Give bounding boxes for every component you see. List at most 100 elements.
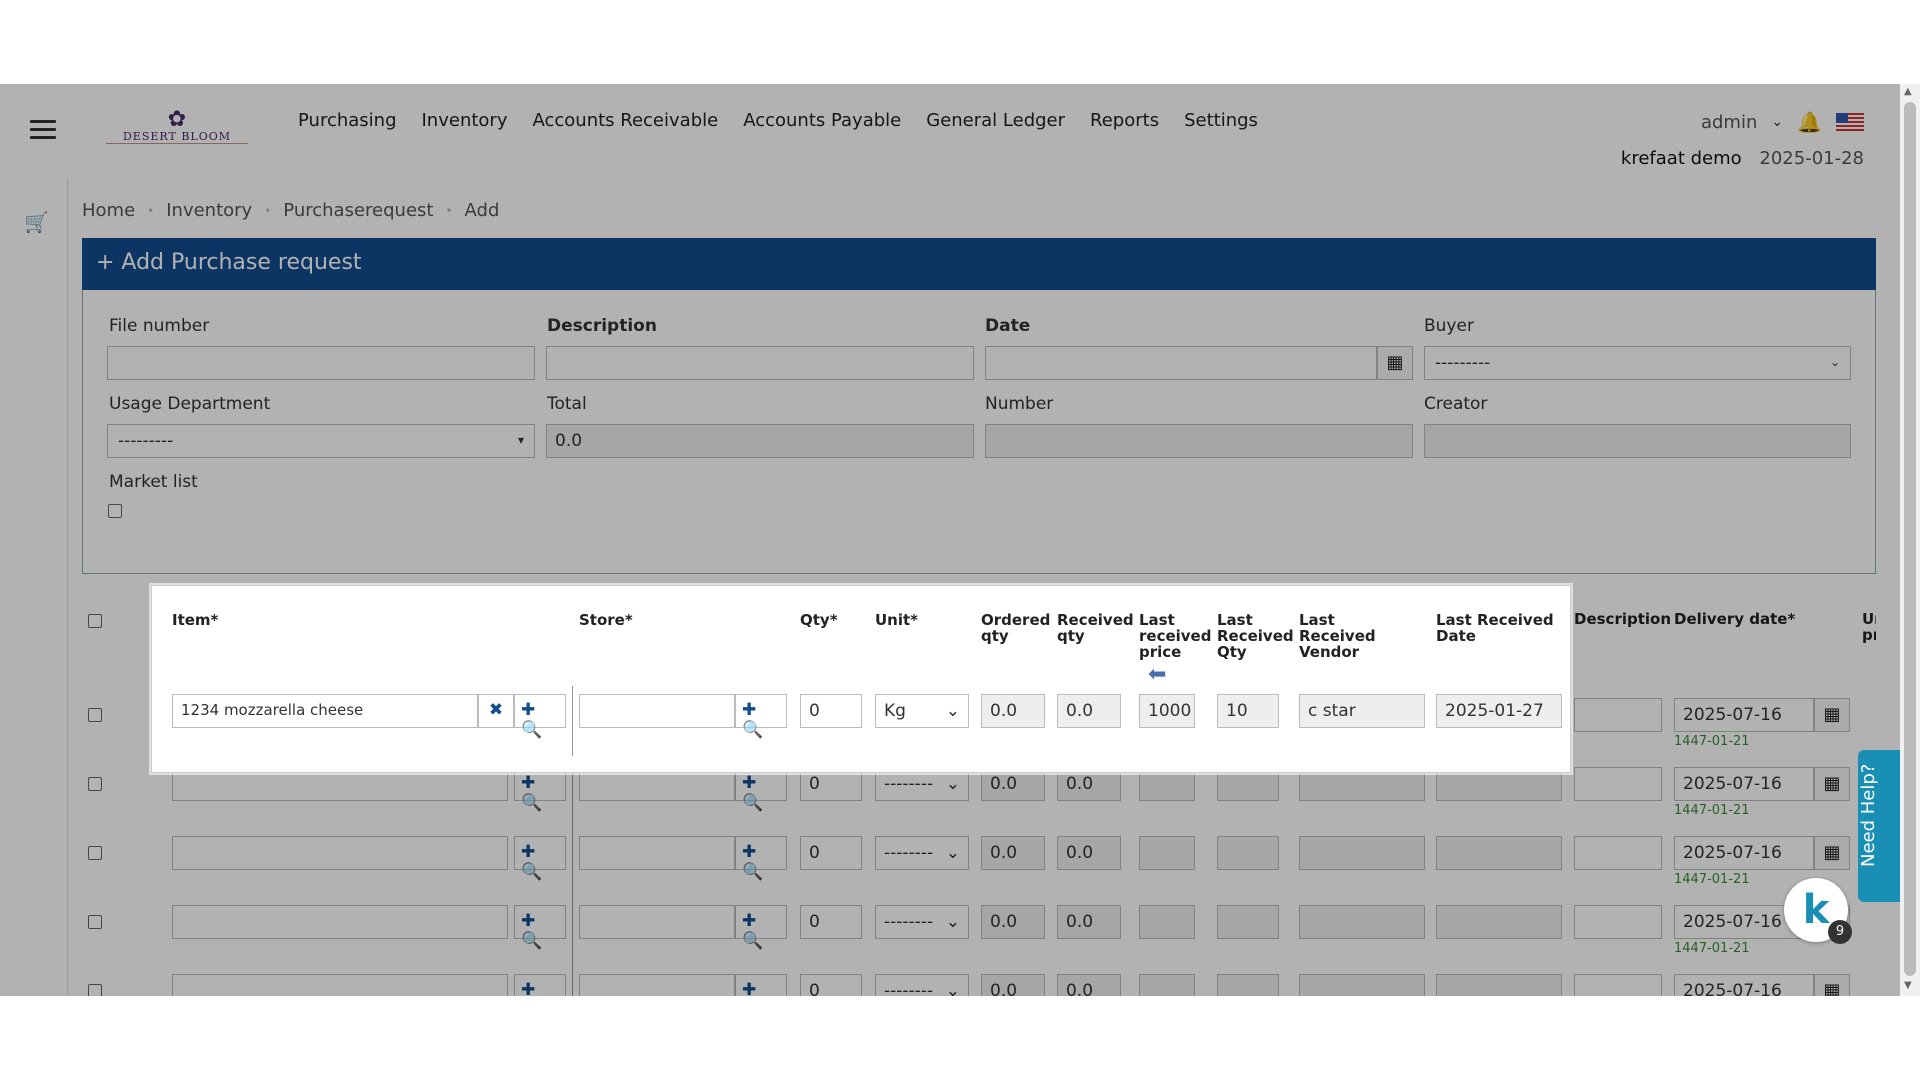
unit-value: -------- xyxy=(884,912,934,932)
item-input[interactable] xyxy=(172,905,508,939)
scroll-up-icon[interactable]: ▲ xyxy=(1904,86,1912,97)
date-input[interactable] xyxy=(985,346,1377,380)
calendar-icon[interactable]: ▦ xyxy=(1814,836,1850,870)
nav-purchasing[interactable]: Purchasing xyxy=(298,110,397,131)
received-qty-value: 0.0 xyxy=(1066,774,1094,794)
search-icon: 🔍 xyxy=(742,793,764,813)
col-received-qty: Received qty xyxy=(1057,611,1134,645)
select-all-checkbox[interactable] xyxy=(88,614,102,628)
nav-inventory[interactable]: Inventory xyxy=(422,110,508,131)
qty-value: 0 xyxy=(809,981,820,996)
nav-reports[interactable]: Reports xyxy=(1090,110,1159,131)
add-search-store-button[interactable]: ✚ 🔍 xyxy=(735,694,787,740)
add-search-item-button[interactable]: ✚ 🔍 xyxy=(514,836,566,882)
description-input[interactable] xyxy=(546,346,974,380)
date-label: Date xyxy=(985,316,1031,336)
unit-select[interactable]: -------- ⌄ xyxy=(875,974,969,996)
scroll-down-icon[interactable]: ▼ xyxy=(1904,980,1912,991)
ordered-qty-field: 0.0 xyxy=(981,694,1045,728)
buyer-select[interactable]: --------- ⌄ xyxy=(1424,346,1851,380)
store-input[interactable] xyxy=(579,905,735,939)
item-input[interactable]: 1234 mozzarella cheese xyxy=(172,694,478,728)
delivery-date-input[interactable]: 2025-07-16 xyxy=(1674,767,1814,801)
add-search-item-button[interactable]: ✚ 🔍 xyxy=(514,974,566,996)
row-checkbox[interactable] xyxy=(88,984,102,996)
row-checkbox[interactable] xyxy=(88,915,102,929)
qty-input[interactable]: 0 xyxy=(800,694,862,728)
last-received-date-field xyxy=(1436,974,1562,996)
nav-settings[interactable]: Settings xyxy=(1184,110,1258,131)
item-input[interactable] xyxy=(172,974,508,996)
market-list-checkbox[interactable] xyxy=(108,504,122,518)
user-menu-button[interactable]: admin xyxy=(1701,112,1757,133)
breadcrumb-inventory[interactable]: Inventory xyxy=(166,200,252,221)
chevron-down-icon: ⌄ xyxy=(945,912,960,932)
col-qty: Qty* xyxy=(800,611,838,629)
nav-general-ledger[interactable]: General Ledger xyxy=(926,110,1065,131)
delivery-date-input[interactable]: 2025-07-16 xyxy=(1674,974,1814,996)
unit-value: -------- xyxy=(884,774,934,794)
unit-select[interactable]: Kg ⌄ xyxy=(875,694,969,728)
last-received-vendor-field xyxy=(1299,974,1425,996)
calendar-icon[interactable]: ▦ xyxy=(1814,974,1850,996)
description-input[interactable] xyxy=(1574,698,1662,732)
store-input[interactable] xyxy=(579,836,735,870)
plus-icon: ✚ xyxy=(521,911,536,931)
close-icon[interactable]: ✖ xyxy=(478,694,514,728)
store-input[interactable] xyxy=(579,694,735,728)
scrollbar-thumb[interactable] xyxy=(1904,102,1916,976)
last-received-qty-field: 10 xyxy=(1217,694,1279,728)
row-checkbox[interactable] xyxy=(88,708,102,722)
store-input[interactable] xyxy=(579,974,735,996)
nav-accounts-receivable[interactable]: Accounts Receivable xyxy=(532,110,718,131)
description-input[interactable] xyxy=(1574,767,1662,801)
delivery-date-input[interactable]: 2025-07-16 xyxy=(1674,836,1814,870)
calendar-icon[interactable]: ▦ xyxy=(1377,346,1413,380)
bell-icon[interactable]: 🔔 xyxy=(1797,110,1822,134)
cart-icon[interactable]: 🛒 xyxy=(24,210,49,234)
col-delivery-date: Delivery date* xyxy=(1674,610,1796,628)
item-input[interactable] xyxy=(172,836,508,870)
nav-accounts-payable[interactable]: Accounts Payable xyxy=(743,110,901,131)
unit-select[interactable]: -------- ⌄ xyxy=(875,836,969,870)
unit-select[interactable]: -------- ⌄ xyxy=(875,905,969,939)
hamburger-icon[interactable] xyxy=(30,120,56,140)
row-checkbox[interactable] xyxy=(88,777,102,791)
main-nav: Purchasing Inventory Accounts Receivable… xyxy=(298,110,1283,131)
qty-input[interactable]: 0 xyxy=(800,905,862,939)
breadcrumb-separator: • xyxy=(147,203,155,218)
qty-input[interactable]: 0 xyxy=(800,836,862,870)
row-checkbox[interactable] xyxy=(88,846,102,860)
qty-input[interactable]: 0 xyxy=(800,974,862,996)
delivery-date-input[interactable]: 2025-07-16 xyxy=(1674,698,1814,732)
search-icon: 🔍 xyxy=(521,720,543,740)
add-search-item-button[interactable]: ✚ 🔍 xyxy=(514,694,566,740)
highlighted-row-region: Item* Store* Qty* Unit* Ordered qty Rece… xyxy=(151,585,1571,773)
calendar-icon[interactable]: ▦ xyxy=(1814,698,1850,732)
delivery-date-value: 2025-07-16 xyxy=(1683,981,1782,996)
description-input[interactable] xyxy=(1574,836,1662,870)
last-received-price-field xyxy=(1139,836,1195,870)
breadcrumb-purchaserequest[interactable]: Purchaserequest xyxy=(283,200,433,221)
hijri-date: 1447-01-21 xyxy=(1674,803,1750,818)
add-search-item-button[interactable]: ✚ 🔍 xyxy=(514,905,566,951)
ordered-qty-field: 0.0 xyxy=(981,974,1045,996)
add-search-store-button[interactable]: ✚ 🔍 xyxy=(735,836,787,882)
need-help-button[interactable]: Need Help? xyxy=(1858,750,1900,902)
page-scrollbar[interactable]: ▲ ▼ xyxy=(1900,84,1920,996)
chat-badge: 9 xyxy=(1828,920,1852,944)
us-flag-icon[interactable] xyxy=(1836,113,1864,131)
chat-widget-button[interactable]: k 9 xyxy=(1784,878,1852,944)
company-logo[interactable]: ✿ DESERT BLOOM xyxy=(106,109,248,148)
chevron-down-icon[interactable]: ⌄ xyxy=(1771,114,1783,130)
breadcrumb-home[interactable]: Home xyxy=(82,200,135,221)
hijri-date: 1447-01-21 xyxy=(1674,941,1750,956)
calendar-icon[interactable]: ▦ xyxy=(1814,767,1850,801)
description-input[interactable] xyxy=(1574,905,1662,939)
add-search-store-button[interactable]: ✚ 🔍 xyxy=(735,974,787,996)
description-input[interactable] xyxy=(1574,974,1662,996)
usage-department-select[interactable]: --------- ▾ xyxy=(107,424,535,458)
add-search-store-button[interactable]: ✚ 🔍 xyxy=(735,905,787,951)
file-number-input[interactable] xyxy=(107,346,535,380)
col-unit-price: Unit price xyxy=(1862,611,1876,643)
